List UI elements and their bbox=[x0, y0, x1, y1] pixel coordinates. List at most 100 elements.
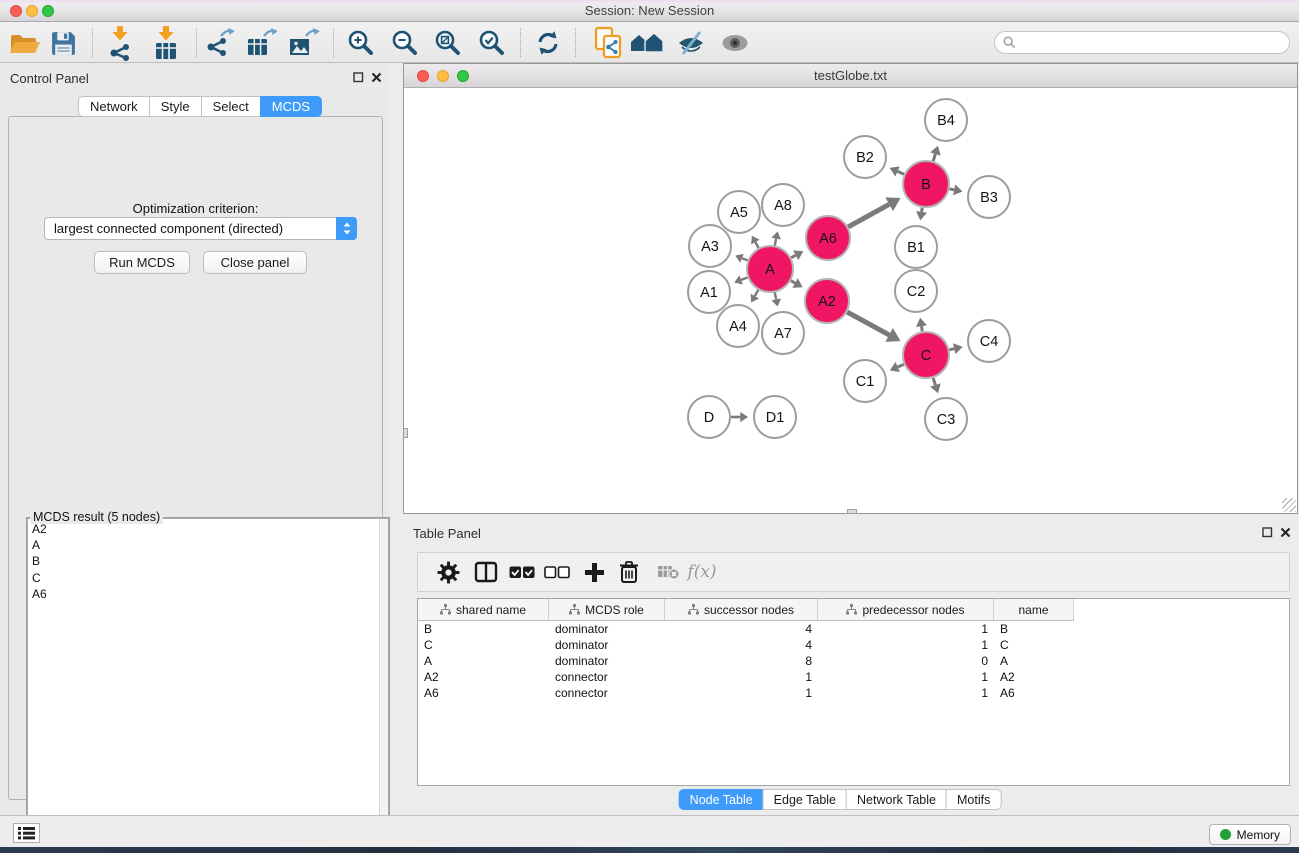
memory-button[interactable]: Memory bbox=[1209, 824, 1291, 845]
hide-selected-icon[interactable] bbox=[672, 24, 710, 62]
save-session-icon[interactable] bbox=[44, 24, 82, 62]
float-panel-icon[interactable] bbox=[1262, 527, 1273, 538]
graph-node-B[interactable]: B bbox=[903, 161, 949, 207]
mcds-result-item[interactable]: B bbox=[28, 553, 388, 569]
graph-node-C1[interactable]: C1 bbox=[844, 360, 886, 402]
splitter-handle[interactable] bbox=[847, 509, 857, 514]
graph-node-A8[interactable]: A8 bbox=[762, 184, 804, 226]
export-image-icon[interactable] bbox=[285, 24, 323, 62]
tab-motifs[interactable]: Motifs bbox=[946, 789, 1001, 810]
zoom-out-icon[interactable] bbox=[386, 24, 424, 62]
table-settings-icon[interactable] bbox=[430, 553, 466, 591]
copy-network-icon[interactable] bbox=[589, 24, 627, 62]
graph-node-C4[interactable]: C4 bbox=[968, 320, 1010, 362]
add-column-icon[interactable] bbox=[576, 553, 612, 591]
tab-select[interactable]: Select bbox=[201, 96, 261, 117]
deselect-all-icon[interactable] bbox=[539, 553, 575, 591]
mcds-result-item[interactable]: C bbox=[28, 570, 388, 586]
tab-mcds[interactable]: MCDS bbox=[260, 96, 322, 117]
network-window-titlebar[interactable]: testGlobe.txt bbox=[404, 64, 1297, 88]
open-session-icon[interactable] bbox=[5, 24, 43, 62]
graph-node-D[interactable]: D bbox=[688, 396, 730, 438]
delete-table-icon[interactable] bbox=[650, 553, 686, 591]
search-input[interactable] bbox=[1021, 36, 1281, 50]
graph-edge-A-A2[interactable] bbox=[791, 281, 795, 283]
resize-grip[interactable] bbox=[1282, 498, 1296, 512]
home-views-icon[interactable] bbox=[628, 24, 666, 62]
graph-edge-A-A7[interactable] bbox=[775, 293, 776, 300]
graph-edge-C-C1[interactable] bbox=[898, 364, 904, 367]
graph-node-A7[interactable]: A7 bbox=[762, 312, 804, 354]
graph-edge-A-A6[interactable] bbox=[791, 255, 796, 257]
graph-node-C2[interactable]: C2 bbox=[895, 270, 937, 312]
delete-column-icon[interactable] bbox=[611, 553, 647, 591]
graph-edge-B-B3[interactable] bbox=[950, 189, 955, 190]
split-panel-icon[interactable] bbox=[468, 553, 504, 591]
graph-node-A3[interactable]: A3 bbox=[689, 225, 731, 267]
column-header-name[interactable]: name bbox=[994, 599, 1074, 621]
graph-node-B3[interactable]: B3 bbox=[968, 176, 1010, 218]
graph-node-B1[interactable]: B1 bbox=[895, 226, 937, 268]
graph-edge-B-B4[interactable] bbox=[933, 154, 935, 161]
close-panel-icon[interactable] bbox=[371, 72, 382, 83]
splitter-handle[interactable] bbox=[403, 428, 408, 438]
graph-edge-B-B1[interactable] bbox=[922, 208, 923, 212]
column-header-predecessor-nodes[interactable]: predecessor nodes bbox=[818, 599, 994, 621]
graph-node-A4[interactable]: A4 bbox=[717, 305, 759, 347]
graph-edge-A-A8[interactable] bbox=[775, 239, 776, 246]
tab-network-table[interactable]: Network Table bbox=[846, 789, 947, 810]
import-network-icon[interactable] bbox=[101, 24, 139, 62]
criterion-dropdown[interactable]: largest connected component (directed) bbox=[44, 217, 357, 240]
graph-node-C[interactable]: C bbox=[903, 332, 949, 378]
export-table-icon[interactable] bbox=[242, 24, 280, 62]
table-row[interactable]: Adominator80A bbox=[418, 653, 1289, 669]
graph-node-C3[interactable]: C3 bbox=[925, 398, 967, 440]
network-canvas[interactable]: A A1 A2 A3 A4 A5 A6 A7 A8 B B1 B2 B3B4 C C1 C2 C3C4 D D1 bbox=[404, 88, 1297, 513]
table-row[interactable]: A6connector11A6 bbox=[418, 685, 1289, 701]
graph-node-A[interactable]: A bbox=[747, 246, 793, 292]
graph-node-B2[interactable]: B2 bbox=[844, 136, 886, 178]
graph-node-A1[interactable]: A1 bbox=[688, 271, 730, 313]
graph-node-A5[interactable]: A5 bbox=[718, 191, 760, 233]
function-builder-icon[interactable]: f(x) bbox=[684, 553, 720, 591]
import-table-icon[interactable] bbox=[147, 24, 185, 62]
graph-edge-A-A4[interactable] bbox=[755, 290, 758, 296]
graph-edge-B-B2[interactable] bbox=[898, 171, 905, 174]
graph-node-A2[interactable]: A2 bbox=[805, 279, 849, 323]
graph-edge-A2-C[interactable] bbox=[847, 312, 889, 335]
search-field[interactable] bbox=[994, 31, 1290, 54]
task-history-button[interactable] bbox=[13, 823, 40, 843]
tab-edge-table[interactable]: Edge Table bbox=[763, 789, 847, 810]
close-panel-icon[interactable] bbox=[1280, 527, 1291, 538]
tab-style[interactable]: Style bbox=[149, 96, 202, 117]
column-header-shared-name[interactable]: shared name bbox=[418, 599, 549, 621]
table-row[interactable]: Cdominator41C bbox=[418, 637, 1289, 653]
graph-edge-C-C4[interactable] bbox=[949, 349, 954, 350]
graph-node-A6[interactable]: A6 bbox=[806, 216, 850, 260]
zoom-fit-icon[interactable] bbox=[429, 24, 467, 62]
export-network-icon[interactable] bbox=[200, 24, 238, 62]
run-mcds-button[interactable]: Run MCDS bbox=[94, 251, 190, 274]
zoom-in-icon[interactable] bbox=[342, 24, 380, 62]
refresh-layout-icon[interactable] bbox=[529, 24, 567, 62]
column-header-MCDS-role[interactable]: MCDS role bbox=[549, 599, 665, 621]
show-all-icon[interactable] bbox=[716, 24, 754, 62]
table-row[interactable]: A2connector11A2 bbox=[418, 669, 1289, 685]
graph-node-B4[interactable]: B4 bbox=[925, 99, 967, 141]
graph-edge-A6-B[interactable] bbox=[848, 204, 889, 227]
tab-node-table[interactable]: Node Table bbox=[679, 789, 764, 810]
graph-edge-A-A5[interactable] bbox=[755, 242, 758, 248]
table-row[interactable]: Bdominator41B bbox=[418, 621, 1289, 637]
mcds-result-item[interactable]: A bbox=[28, 537, 388, 553]
float-panel-icon[interactable] bbox=[353, 72, 364, 83]
graph-edge-A-A3[interactable] bbox=[742, 258, 748, 260]
graph-node-D1[interactable]: D1 bbox=[754, 396, 796, 438]
graph-edge-C-C2[interactable] bbox=[921, 326, 922, 331]
select-all-icon[interactable] bbox=[504, 553, 540, 591]
tab-network[interactable]: Network bbox=[78, 96, 150, 117]
mcds-result-item[interactable]: A6 bbox=[28, 586, 388, 602]
graph-edge-A-A1[interactable] bbox=[741, 277, 747, 279]
result-scrollbar[interactable] bbox=[379, 519, 388, 844]
zoom-selected-icon[interactable] bbox=[473, 24, 511, 62]
graph-edge-C-C3[interactable] bbox=[933, 378, 935, 385]
